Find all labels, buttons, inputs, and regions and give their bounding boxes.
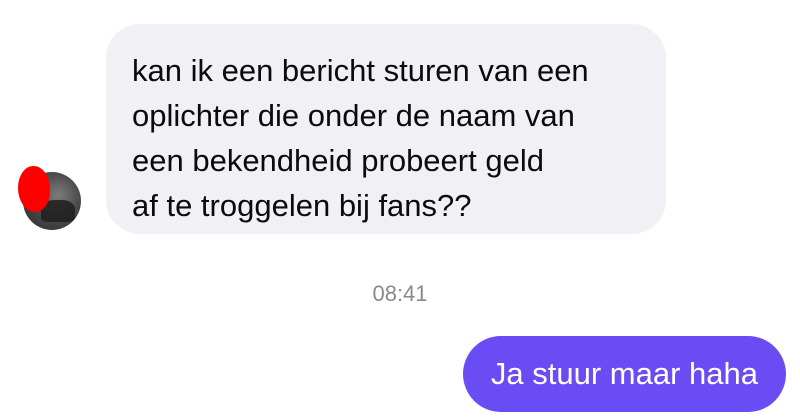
incoming-message-bubble[interactable]: kan ik een bericht sturen van een oplich… [106,24,666,234]
chat-thread: kan ik een bericht sturen van een oplich… [0,0,800,420]
redaction-mark [18,166,50,212]
message-timestamp: 08:41 [372,281,428,306]
outgoing-message-bubble[interactable]: Ja stuur maar haha [462,336,786,412]
